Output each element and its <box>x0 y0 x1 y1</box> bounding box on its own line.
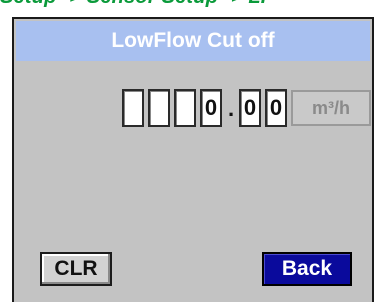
digit-field-4[interactable]: 0 <box>200 89 222 127</box>
clr-button[interactable]: CLR <box>40 252 112 286</box>
digit-field-2[interactable] <box>148 89 170 127</box>
digit-field-5[interactable]: 0 <box>239 89 261 127</box>
dialog-title: LowFlow Cut off <box>16 21 370 61</box>
unit-selector[interactable]: m³/h <box>291 90 371 126</box>
device-screen: LowFlow Cut off 0 . 0 0 m³/h CLR Back <box>12 17 374 302</box>
decimal-point: . <box>227 96 235 121</box>
value-input: 0 . 0 0 m³/h <box>14 89 372 131</box>
back-button[interactable]: Back <box>262 252 352 286</box>
digit-field-1[interactable] <box>122 89 144 127</box>
digit-field-3[interactable] <box>174 89 196 127</box>
digit-field-6[interactable]: 0 <box>265 89 287 127</box>
breadcrumb: Setup -> Sensor Setup -> LF <box>0 0 384 16</box>
